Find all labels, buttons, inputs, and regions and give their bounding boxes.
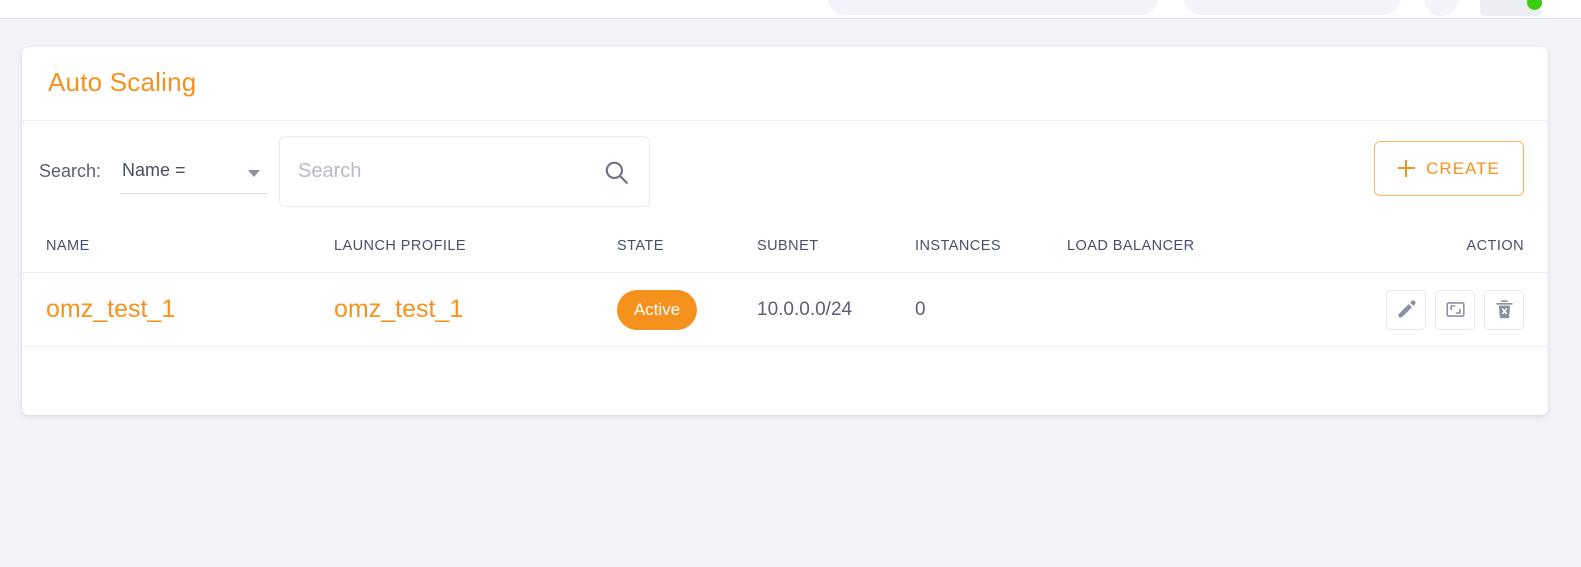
row-launch-profile-link[interactable]: omz_test_1 [334,295,617,324]
edit-icon [1398,300,1416,318]
search-input[interactable] [298,137,588,206]
app-topbar [0,0,1581,19]
search-label: Search: [39,161,102,181]
auto-scaling-table: NAME LAUNCH PROFILE STATE SUBNET INSTANC… [22,220,1548,347]
column-header-load-balancer: LOAD BALANCER [1067,238,1195,254]
topbar-search-pill[interactable] [828,0,1158,15]
table-row: omz_test_1 omz_test_1 Active 10.0.0.0/24… [22,273,1548,347]
row-subnet-value: 10.0.0.0/24 [757,298,853,320]
column-header-instances: INSTANCES [915,238,1001,254]
column-header-launch-profile: LAUNCH PROFILE [334,238,466,254]
auto-scaling-card: Auto Scaling Search: Name = CREATE NAME … [22,47,1548,415]
topbar-icon-button[interactable] [1424,0,1458,16]
row-name-link[interactable]: omz_test_1 [46,295,334,324]
plus-icon [1398,160,1416,177]
delete-button[interactable] [1484,289,1524,330]
search-field-select[interactable]: Name = [120,152,268,194]
table-toolbar: Search: Name = CREATE [22,120,1548,220]
edit-button[interactable] [1386,289,1426,330]
column-header-name: NAME [46,238,90,254]
column-header-subnet: SUBNET [757,238,819,254]
delete-icon [1495,300,1513,319]
resize-button[interactable] [1435,289,1475,330]
page-title: Auto Scaling [48,67,197,97]
search-icon [605,161,628,184]
create-button[interactable]: CREATE [1374,141,1524,196]
row-instances-value: 0 [915,298,926,320]
row-state-cell: Active [617,289,757,330]
table-header-row: NAME LAUNCH PROFILE STATE SUBNET INSTANC… [22,220,1548,273]
resize-icon [1445,302,1465,317]
action-button-group [1374,289,1524,330]
search-field-value: Name = [122,160,186,180]
topbar-secondary-pill[interactable] [1184,0,1400,15]
status-badge: Active [617,289,697,330]
search-box[interactable] [279,136,650,207]
column-header-state: STATE [617,238,664,254]
column-header-action: ACTION [1466,238,1524,254]
create-button-label: CREATE [1426,158,1500,178]
chevron-down-icon [248,170,260,177]
row-action-cell [1374,289,1524,330]
